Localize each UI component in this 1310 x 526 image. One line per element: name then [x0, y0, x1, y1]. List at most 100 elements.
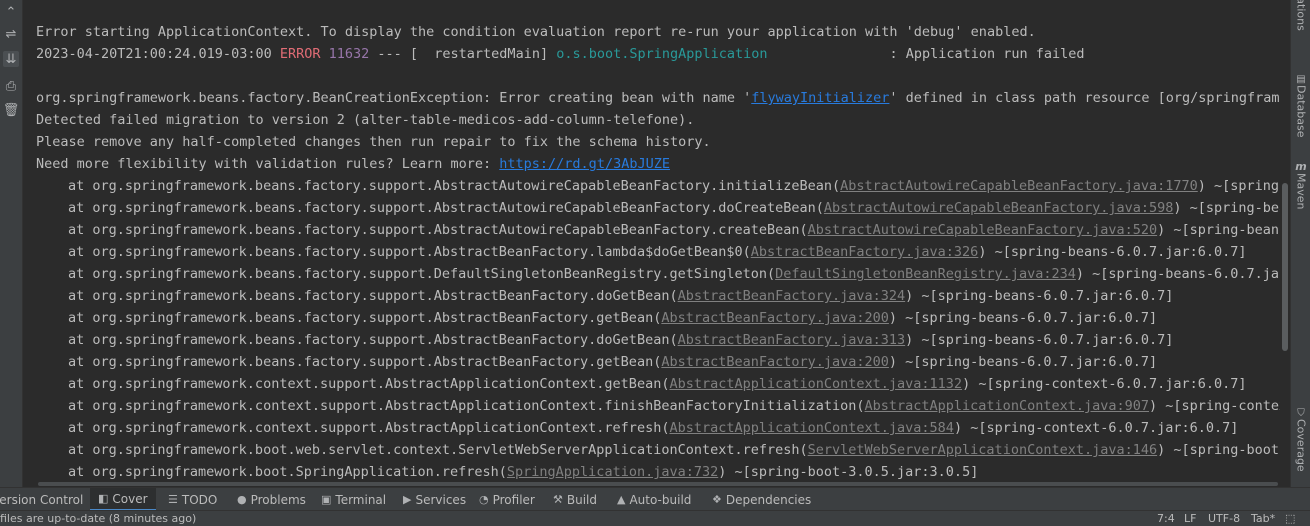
stack-frame: at org.springframework.beans.factory.sup… [36, 285, 1173, 307]
tab-label: Dependencies [725, 492, 812, 507]
stack-method: at org.springframework.beans.factory.sup… [68, 244, 751, 260]
stack-jar: ) ~[spring-beans-6.0.7.jar:6.0.7] [905, 288, 1174, 304]
profiler-icon: ◔ [479, 493, 489, 506]
caret-position[interactable]: 7:4 [1157, 512, 1175, 525]
source-link[interactable]: DefaultSingletonBeanRegistry.java:234 [775, 266, 1076, 282]
source-link[interactable]: AbstractAutowireCapableBeanFactory.java:… [808, 222, 1158, 238]
tab-database-label: Database [1294, 85, 1308, 138]
console-line: Error starting ApplicationContext. To di… [36, 24, 1036, 40]
stack-frame: at org.springframework.context.support.A… [36, 373, 1247, 395]
tab-coverage-label: Coverage [1294, 419, 1308, 472]
source-link[interactable]: AbstractApplicationContext.java:584 [669, 420, 953, 436]
stack-jar: ) ~[spring-boot-3.0.5.jar:3.0.5] [718, 464, 979, 480]
log-level: ERROR [279, 46, 321, 62]
source-link[interactable]: AbstractBeanFactory.java:326 [751, 244, 979, 260]
print-icon[interactable]: ⎙ [3, 78, 19, 94]
tab-label: Services [415, 492, 467, 507]
tab-label: Terminal [335, 492, 387, 507]
tab-coverage[interactable]: ⛉ Coverage [1291, 408, 1310, 472]
vertical-scrollbar[interactable] [1280, 0, 1290, 487]
collapse-icon[interactable]: ⌃ [3, 4, 19, 20]
vertical-scroll-thumb[interactable] [1282, 183, 1288, 351]
tab-todo[interactable]: ☰ TODO [168, 488, 217, 511]
tab-maven[interactable]: m Maven [1291, 160, 1310, 209]
tab-label: TODO [181, 492, 218, 507]
tab-version-control[interactable]: Version Control [0, 488, 83, 511]
soft-wrap-icon[interactable]: ⇌ [3, 26, 19, 42]
source-link[interactable]: AbstractAutowireCapableBeanFactory.java:… [824, 200, 1174, 216]
stack-method: at org.springframework.beans.factory.sup… [68, 288, 678, 304]
log-logger: o.s.boot.SpringApplication [556, 46, 768, 62]
stack-method: at org.springframework.context.support.A… [68, 398, 865, 414]
source-link[interactable]: AbstractBeanFactory.java:324 [678, 288, 906, 304]
right-tool-window-bar: Notifications ▤Database mMaven ⛉Coverage [1290, 0, 1310, 487]
tab-terminal[interactable]: ▣ Terminal [321, 488, 386, 511]
exception-text-suffix: ' defined in class path resource [org/sp… [889, 90, 1280, 106]
stack-jar: ) ~[spring-bea [1197, 178, 1280, 194]
stack-method: at org.springframework.beans.factory.sup… [68, 266, 776, 282]
indent-setting[interactable]: Tab* [1251, 512, 1275, 525]
tab-cover[interactable]: ◧ Cover [90, 488, 156, 511]
stack-method: at org.springframework.boot.web.servlet.… [68, 442, 808, 458]
horizontal-scroll-thumb[interactable] [38, 482, 1278, 486]
source-link[interactable]: AbstractBeanFactory.java:200 [661, 310, 889, 326]
source-link[interactable]: AbstractBeanFactory.java:200 [661, 354, 889, 370]
exception-text: org.springframework.beans.factory.BeanCr… [36, 90, 752, 106]
source-link[interactable]: AbstractAutowireCapableBeanFactory.java:… [840, 178, 1198, 194]
console-line: 2023-04-20T21:00:24.019-03:00 ERROR 1163… [36, 43, 1085, 65]
console-line: org.springframework.beans.factory.BeanCr… [36, 87, 1280, 109]
stack-jar: ) ~[spring-beans-6.0.7.jar:6.0.7] [905, 332, 1174, 348]
tab-problems[interactable]: ● Problems [237, 488, 306, 511]
source-link[interactable]: SpringApplication.java:732 [507, 464, 718, 480]
stack-method: at org.springframework.beans.factory.sup… [68, 332, 678, 348]
maven-icon: m [1295, 160, 1307, 173]
console-text: Need more flexibility with validation ru… [36, 156, 500, 172]
database-icon: ▤ [1296, 74, 1306, 85]
console-output[interactable]: Error starting ApplicationContext. To di… [23, 0, 1280, 487]
source-link[interactable]: ServletWebServerApplicationContext.java:… [808, 442, 1158, 458]
log-message: : Application run failed [767, 46, 1085, 62]
stack-method: at org.springframework.context.support.A… [68, 376, 670, 392]
stack-jar: ) ~[spring-beans-6.0.7.jar:6.0.7] [978, 244, 1247, 260]
stack-method: at org.springframework.beans.factory.sup… [68, 178, 841, 194]
build-icon: ⚒ [553, 493, 563, 506]
bottom-tool-window-bar: Version Control ◧ Cover ☰ TODO ● Problems ▣… [0, 487, 1310, 511]
tab-label: Auto-build [629, 492, 692, 507]
log-pid: 11632 [328, 46, 370, 62]
line-separator[interactable]: LF [1184, 512, 1196, 525]
stack-jar: ) ~[spring-beans-6.0.7.jar:6.0.7] [888, 310, 1158, 326]
tab-auto-build[interactable]: ▲ Auto-build [617, 488, 691, 511]
source-link[interactable]: AbstractBeanFactory.java:313 [678, 332, 906, 348]
problems-icon: ● [237, 493, 247, 506]
terminal-icon: ▣ [321, 493, 332, 506]
lock-icon[interactable]: ⬚ [1285, 512, 1295, 525]
source-link[interactable]: AbstractApplicationContext.java:1132 [669, 376, 962, 392]
stack-frame: at org.springframework.context.support.A… [36, 417, 1238, 439]
tab-label: Profiler [492, 492, 535, 507]
tab-profiler[interactable]: ◔ Profiler [479, 488, 535, 511]
stack-jar: ) ~[spring-beans-6.0.7.jar:6.0.7] [888, 354, 1158, 370]
url-link[interactable]: https://rd.gt/3AbJUZE [499, 156, 670, 172]
bean-link[interactable]: flywayInitializer [751, 90, 889, 106]
tab-database[interactable]: ▤ Database [1291, 74, 1310, 138]
todo-icon: ☰ [168, 493, 178, 506]
source-link[interactable]: AbstractApplicationContext.java:907 [865, 398, 1149, 414]
tab-label: Cover [112, 491, 148, 506]
console-line: Need more flexibility with validation ru… [36, 153, 670, 175]
stack-frame: at org.springframework.beans.factory.sup… [36, 197, 1280, 219]
tab-services[interactable]: ▶ Services [403, 488, 466, 511]
tab-label: Version Control [0, 492, 84, 507]
stack-frame: at org.springframework.beans.factory.sup… [36, 329, 1173, 351]
stack-method: at org.springframework.beans.factory.sup… [68, 222, 808, 238]
dependencies-icon: ❖ [712, 493, 722, 506]
scroll-to-end-icon[interactable]: ⇊ [3, 51, 19, 67]
log-timestamp: 2023-04-20T21:00:24.019-03:00 [36, 46, 272, 62]
file-encoding[interactable]: UTF-8 [1208, 512, 1240, 525]
tab-notifications[interactable]: Notifications [1291, 0, 1310, 31]
warning-icon: ▲ [617, 493, 626, 506]
status-message[interactable]: files are up-to-date (8 minutes ago) [0, 512, 196, 525]
clear-all-icon[interactable]: 🗑 [3, 102, 20, 118]
stack-method: at org.springframework.beans.factory.sup… [68, 354, 662, 370]
tab-build[interactable]: ⚒ Build [553, 488, 597, 511]
tab-dependencies[interactable]: ❖ Dependencies [712, 488, 811, 511]
